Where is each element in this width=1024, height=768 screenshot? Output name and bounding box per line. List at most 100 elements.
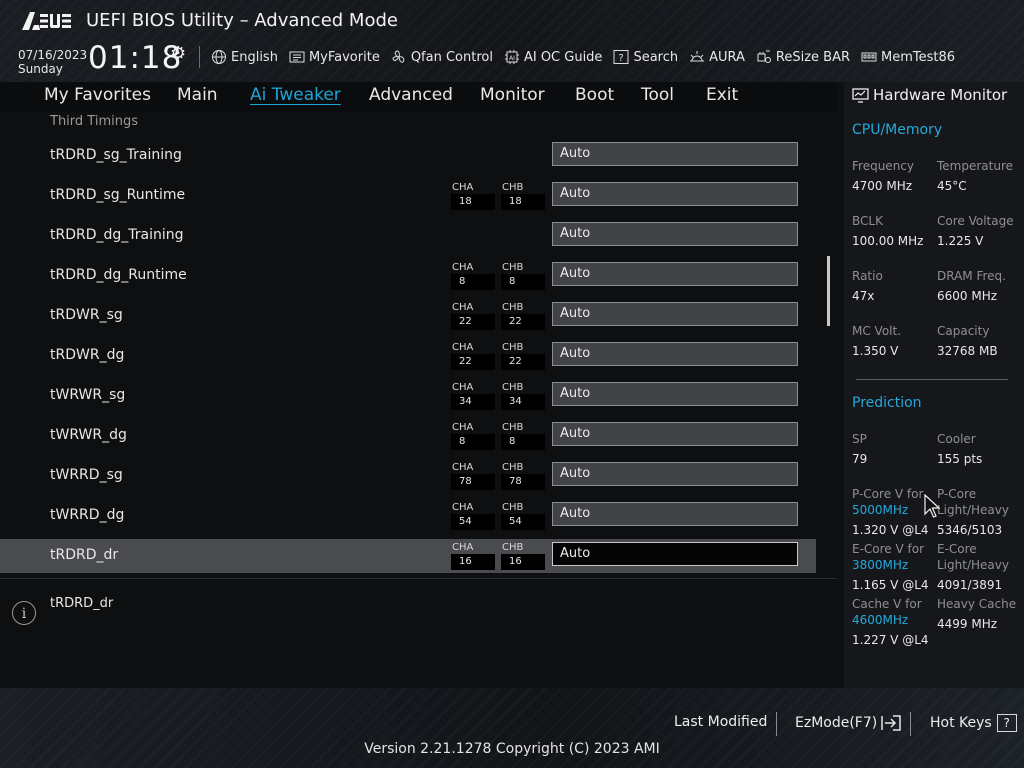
version-text: Version 2.21.1278 Copyright (C) 2023 AMI (364, 741, 660, 757)
setting-row-trdwr-sg[interactable]: tRDWR_sg CHA 22 CHB 22 Auto (0, 299, 816, 333)
channel-b-readout: CHB 22 (501, 301, 545, 330)
channel-b-label: CHB (502, 302, 524, 313)
channel-b-readout: CHB 22 (501, 341, 545, 370)
tab-monitor[interactable]: Monitor (480, 85, 545, 105)
channel-b-label: CHB (502, 382, 524, 393)
setting-row-trdrd-sg-training[interactable]: tRDRD_sg_Training Auto (0, 139, 816, 173)
cache-voltage-stat: Cache V for 4600MHz 1.227 V @L4 (852, 596, 936, 648)
resize-bar-icon (756, 49, 772, 65)
settings-scrollbar[interactable] (827, 256, 830, 326)
channel-a-label: CHA (452, 302, 474, 313)
setting-value-dropdown[interactable]: Auto (552, 182, 798, 206)
setting-value-dropdown[interactable]: Auto (552, 262, 798, 286)
resize-bar-button[interactable]: ReSize BAR (756, 49, 850, 65)
tab-tool[interactable]: Tool (641, 85, 674, 105)
channel-a-label: CHA (452, 542, 474, 553)
last-modified-button[interactable]: Last Modified (674, 714, 767, 730)
setting-value-dropdown[interactable]: Auto (552, 382, 798, 406)
setting-value-dropdown[interactable]: Auto (552, 302, 798, 326)
gear-icon[interactable]: ⚙ (170, 43, 186, 64)
setting-row-twrwr-dg[interactable]: tWRWR_dg CHA 8 CHB 8 Auto (0, 419, 816, 453)
setting-label: tWRRD_sg (50, 467, 123, 483)
stat-label: DRAM Freq. (937, 269, 1006, 283)
stat-label-text: Light/Heavy (937, 503, 1009, 517)
tab-advanced[interactable]: Advanced (369, 85, 453, 105)
setting-row-trdrd-dg-runtime[interactable]: tRDRD_dg_Runtime CHA 8 CHB 8 Auto (0, 259, 816, 293)
channel-b-label: CHB (502, 422, 524, 433)
ezmode-button[interactable]: EzMode(F7) (795, 714, 902, 732)
tab-main[interactable]: Main (177, 85, 218, 105)
stat-label: Temperature (937, 159, 1014, 173)
stat-value: 100.00 MHz (852, 234, 924, 248)
channel-b-label: CHB (502, 502, 524, 513)
tab-exit[interactable]: Exit (706, 85, 738, 105)
setting-row-trdrd-dg-training[interactable]: tRDRD_dg_Training Auto (0, 219, 816, 253)
bclk-stat: BCLK 100.00 MHz (852, 213, 936, 249)
section-title: Third Timings (50, 114, 138, 129)
stat-label-text: Cache V for (852, 597, 922, 611)
setting-value-dropdown[interactable]: Auto (552, 502, 798, 526)
frequency-stat: Frequency 4700 MHz (852, 158, 936, 194)
stat-label: Heavy Cache (937, 597, 1017, 611)
channel-a-value: 34 (451, 394, 495, 410)
stat-label-text: E-Core V for (852, 542, 925, 556)
setting-value-dropdown[interactable]: Auto (552, 222, 798, 246)
setting-label: tRDWR_sg (50, 307, 123, 323)
setting-value-dropdown[interactable]: Auto (552, 142, 798, 166)
hw-divider (856, 379, 1008, 380)
stat-label-text: P-Core (937, 487, 977, 501)
svg-text:?: ? (619, 53, 624, 64)
setting-row-trdwr-dg[interactable]: tRDWR_dg CHA 22 CHB 22 Auto (0, 339, 816, 373)
channel-b-readout: CHB 18 (501, 181, 545, 210)
hot-keys-button[interactable]: Hot Keys ? (930, 714, 1017, 732)
setting-label: tRDRD_dg_Training (50, 227, 184, 243)
stat-value: 32768 MB (937, 344, 998, 358)
qfan-control-label: Qfan Control (410, 49, 493, 65)
stat-value: 45°C (937, 179, 967, 193)
stat-value: 1.350 V (852, 344, 899, 358)
tab-boot[interactable]: Boot (575, 85, 614, 105)
channel-a-label: CHA (452, 262, 474, 273)
monitor-icon (852, 87, 869, 103)
setting-row-trdrd-sg-runtime[interactable]: tRDRD_sg_Runtime CHA 18 CHB 18 Auto (0, 179, 816, 213)
channel-b-value: 78 (501, 474, 545, 490)
date-display[interactable]: 07/16/2023 Sunday (18, 48, 87, 76)
setting-row-twrrd-dg[interactable]: tWRRD_dg CHA 54 CHB 54 Auto (0, 499, 816, 533)
channel-a-value: 22 (451, 354, 495, 370)
setting-label: tWRRD_dg (50, 507, 125, 523)
search-button[interactable]: ? Search (613, 49, 678, 65)
ai-oc-guide-button[interactable]: AI AI OC Guide (504, 49, 602, 65)
channel-a-label: CHA (452, 382, 474, 393)
setting-value-input[interactable]: Auto (552, 542, 798, 566)
clock-time[interactable]: 01:18 (88, 40, 182, 76)
mouse-cursor-icon (924, 494, 940, 518)
favorite-list-icon (289, 49, 305, 65)
help-panel: i tRDRD_dr (0, 578, 837, 689)
stat-value: 1.227 V @L4 (852, 633, 929, 647)
cpu-memory-heading: CPU/Memory (852, 122, 943, 138)
setting-value-dropdown[interactable]: Auto (552, 342, 798, 366)
tab-my-favorites[interactable]: My Favorites (44, 85, 151, 105)
language-button[interactable]: English (211, 49, 278, 65)
setting-row-twrwr-sg[interactable]: tWRWR_sg CHA 34 CHB 34 Auto (0, 379, 816, 413)
stat-value: 47x (852, 289, 875, 303)
qfan-control-button[interactable]: Qfan Control (391, 49, 493, 65)
sp-stat: SP 79 (852, 431, 936, 467)
channel-a-value: 8 (451, 434, 495, 450)
capacity-stat: Capacity 32768 MB (937, 323, 1021, 359)
channel-a-value: 8 (451, 274, 495, 290)
channel-a-value: 18 (451, 194, 495, 210)
setting-row-trdrd-dr[interactable]: tRDRD_dr CHA 16 CHB 16 Auto (0, 539, 816, 573)
setting-value-dropdown[interactable]: Auto (552, 462, 798, 486)
channel-b-value: 8 (501, 434, 545, 450)
memtest86-button[interactable]: MemTest86 (861, 49, 955, 65)
setting-label: tRDRD_sg_Runtime (50, 187, 186, 203)
myfavorite-label: MyFavorite (308, 49, 380, 65)
aura-button[interactable]: AURA (689, 49, 745, 65)
tab-ai-tweaker[interactable]: Ai Tweaker (250, 85, 341, 105)
channel-b-value: 22 (501, 354, 545, 370)
setting-row-twrrd-sg[interactable]: tWRRD_sg CHA 78 CHB 78 Auto (0, 459, 816, 493)
myfavorite-button[interactable]: MyFavorite (289, 49, 380, 65)
stat-label: Core Voltage (937, 214, 1014, 228)
setting-value-dropdown[interactable]: Auto (552, 422, 798, 446)
